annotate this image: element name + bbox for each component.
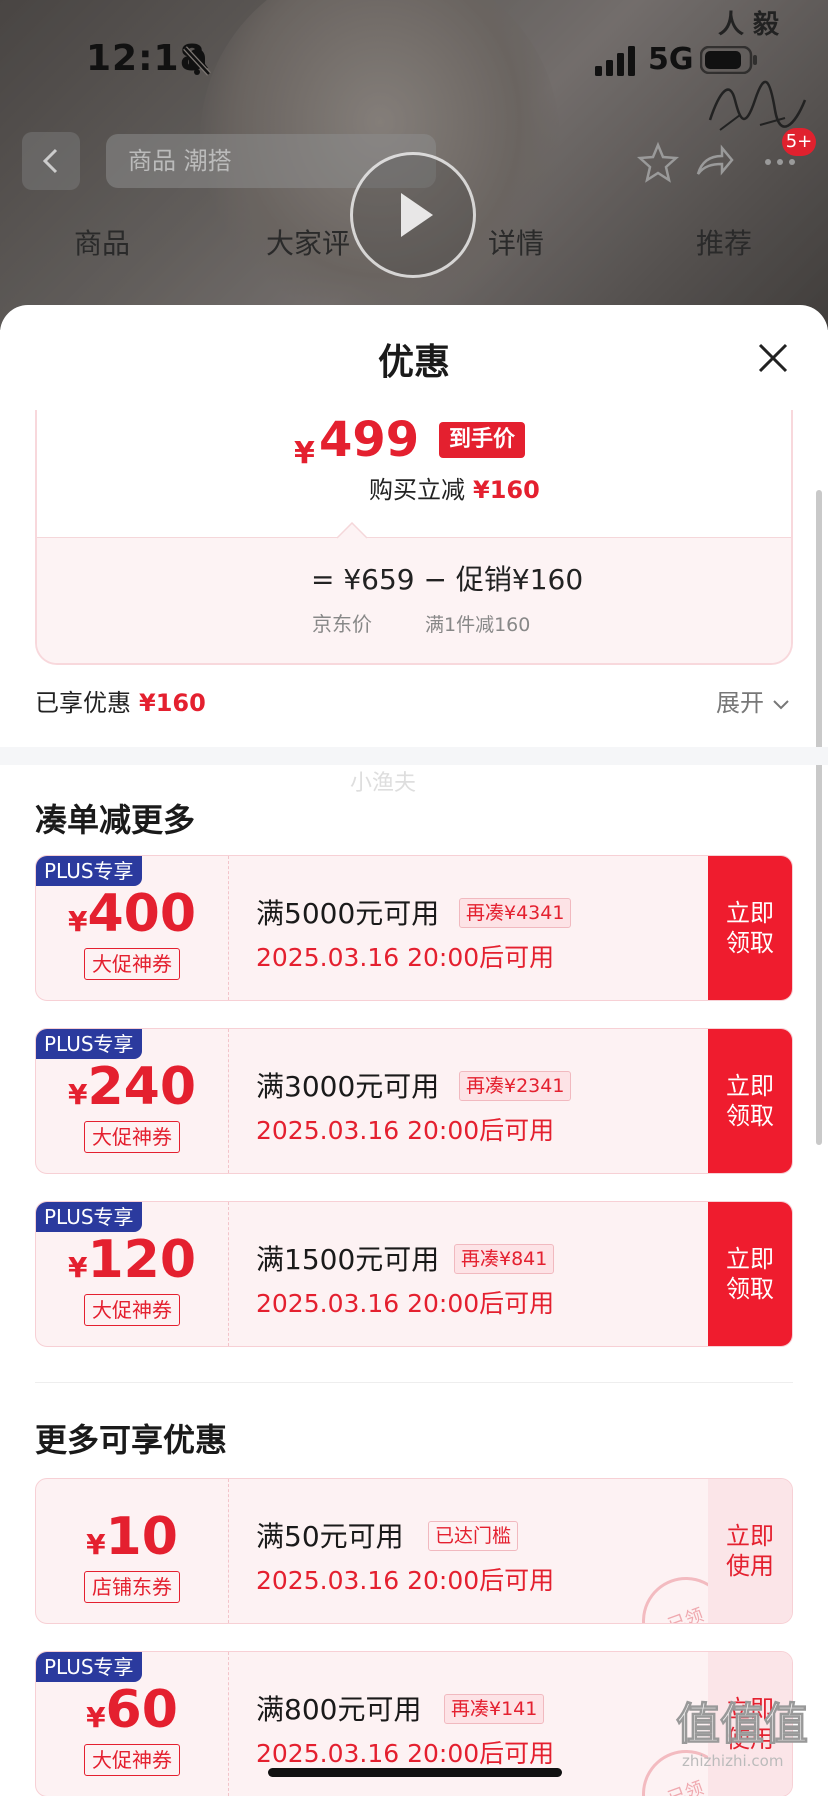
chevron-down-icon bbox=[772, 700, 789, 710]
coupon-date: 2025.03.16 20:00后可用 bbox=[256, 1566, 555, 1595]
tab-details[interactable]: 详情 bbox=[488, 222, 544, 262]
coupon-condition: 满5000元可用 bbox=[256, 897, 440, 930]
instant-cut-value: ¥160 bbox=[473, 476, 540, 504]
network-label: 5G bbox=[648, 42, 694, 77]
tab-recommend[interactable]: 推荐 bbox=[696, 222, 752, 262]
coupon-hint: 再凑¥2341 bbox=[459, 1071, 572, 1101]
enjoyed-value: ¥160 bbox=[139, 689, 206, 717]
share-icon[interactable] bbox=[692, 140, 736, 184]
coupon-card: ¥10 店铺东券 满50元可用 已达门槛 2025.03.16 20:00后可用… bbox=[35, 1478, 793, 1624]
coupon-amount: ¥10 bbox=[86, 1507, 178, 1567]
coupon-type: 大促神券 bbox=[84, 1744, 180, 1776]
back-arrow-icon bbox=[42, 148, 58, 174]
back-button[interactable] bbox=[22, 132, 80, 190]
coupon-date: 2025.03.16 20:00后可用 bbox=[256, 1116, 555, 1145]
coupon-hint: 已达门槛 bbox=[428, 1521, 519, 1551]
coupon-amount: ¥60 bbox=[86, 1680, 178, 1740]
plus-badge: PLUS专享 bbox=[36, 1029, 142, 1059]
scrollbar[interactable] bbox=[816, 490, 822, 1145]
brand-logo: 人 毅 bbox=[718, 10, 780, 40]
coupon-type: 大促神券 bbox=[84, 1294, 180, 1326]
jd-price-label: 京东价 bbox=[312, 612, 372, 636]
tab-reviews[interactable]: 大家评 bbox=[266, 222, 350, 262]
coupon-card: PLUS专享 ¥400 大促神券 满5000元可用 再凑¥4341 2025.0… bbox=[35, 855, 793, 1001]
corner-watermark: 值值值 zhizhizhi.com bbox=[676, 1699, 809, 1771]
coupon-type: 大促神券 bbox=[84, 1121, 180, 1153]
final-price-tag: 到手价 bbox=[439, 422, 526, 458]
coupon-date: 2025.03.16 20:00后可用 bbox=[256, 1739, 555, 1768]
section-add-more-title: 凑单减更多 bbox=[35, 801, 196, 839]
signal-icon bbox=[595, 46, 635, 76]
price-currency: ¥ bbox=[294, 436, 315, 471]
claim-button[interactable]: 立即 领取 bbox=[708, 856, 792, 1000]
coupon-hint: 再凑¥141 bbox=[444, 1694, 545, 1724]
close-icon[interactable] bbox=[756, 341, 790, 375]
expand-button[interactable]: 展开 bbox=[716, 683, 790, 718]
coupon-date: 2025.03.16 20:00后可用 bbox=[256, 943, 555, 972]
coupon-hint: 再凑¥4341 bbox=[459, 898, 572, 928]
coupon-type: 大促神券 bbox=[84, 948, 180, 980]
coupon-type: 店铺东券 bbox=[84, 1571, 180, 1603]
promo-label: 满1件减160 bbox=[425, 614, 531, 636]
sheet-title: 优惠 bbox=[377, 342, 450, 383]
play-video-button[interactable] bbox=[350, 152, 476, 278]
coupon-date: 2025.03.16 20:00后可用 bbox=[256, 1289, 555, 1318]
separator bbox=[35, 1382, 793, 1383]
coupon-amount: ¥240 bbox=[67, 1057, 197, 1117]
tab-goods[interactable]: 商品 bbox=[74, 222, 130, 262]
enjoyed-discount: 已享优惠 ¥160 bbox=[35, 689, 206, 717]
coupon-card: PLUS专享 ¥120 大促神券 满1500元可用 再凑¥841 2025.03… bbox=[35, 1201, 793, 1347]
plus-badge: PLUS专享 bbox=[36, 1652, 142, 1682]
coupon-amount: ¥120 bbox=[67, 1230, 197, 1290]
section-more-title: 更多可享优惠 bbox=[35, 1421, 228, 1459]
cart-badge: 5+ bbox=[782, 128, 816, 156]
silent-bell-icon bbox=[183, 46, 211, 76]
coupon-condition: 满800元可用 bbox=[256, 1693, 422, 1726]
coupon-hint: 再凑¥841 bbox=[454, 1244, 555, 1274]
use-button[interactable]: 立即 使用 bbox=[708, 1479, 792, 1623]
claim-button[interactable]: 立即 领取 bbox=[708, 1202, 792, 1346]
home-indicator[interactable] bbox=[268, 1768, 562, 1777]
claim-button[interactable]: 立即 领取 bbox=[708, 1029, 792, 1173]
play-icon bbox=[401, 193, 433, 237]
price-formula: = ¥659 − 促销¥160 bbox=[311, 563, 584, 596]
section-divider bbox=[0, 747, 828, 765]
instant-cut-label: 购买立减 bbox=[369, 476, 465, 504]
final-price: 499 bbox=[319, 412, 420, 468]
watermark-text: 小渔夫 bbox=[350, 771, 417, 796]
instant-cut: 购买立减 ¥160 bbox=[369, 470, 540, 505]
coupon-amount: ¥400 bbox=[67, 884, 197, 944]
favorite-star-icon[interactable] bbox=[636, 140, 680, 184]
coupon-condition: 满50元可用 bbox=[256, 1520, 404, 1553]
coupon-card: PLUS专享 ¥240 大促神券 满3000元可用 再凑¥2341 2025.0… bbox=[35, 1028, 793, 1174]
discount-sheet: 优惠 ¥ 499 到手价 购买立减 ¥160 = ¥659 − 促销¥160 京东… bbox=[0, 305, 828, 1796]
coupon-condition: 满1500元可用 bbox=[256, 1243, 440, 1276]
price-breakdown-card: ¥ 499 到手价 购买立减 ¥160 = ¥659 − 促销¥160 京东价 满… bbox=[35, 410, 793, 665]
plus-badge: PLUS专享 bbox=[36, 1202, 142, 1232]
plus-badge: PLUS专享 bbox=[36, 856, 142, 886]
coupon-condition: 满3000元可用 bbox=[256, 1070, 440, 1103]
